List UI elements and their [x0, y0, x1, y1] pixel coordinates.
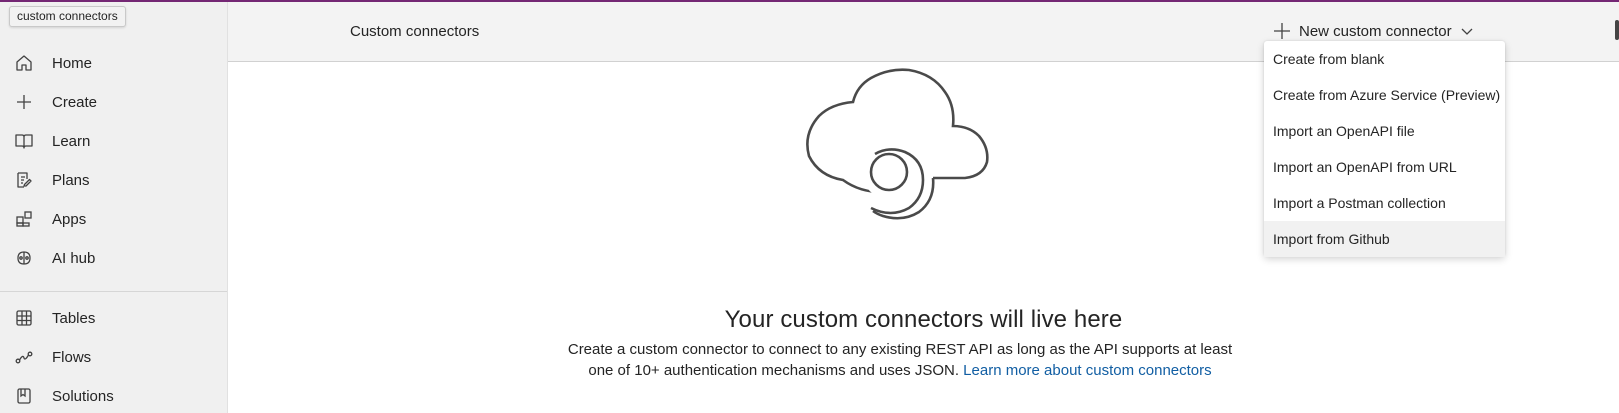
sidebar-item-ai-hub[interactable]: AI hub — [0, 239, 227, 277]
nav-divider — [0, 291, 227, 292]
tooltip: custom connectors — [9, 6, 126, 27]
flows-icon — [15, 351, 33, 364]
cloud-connector-icon — [806, 68, 989, 220]
left-navigation: Home Create Learn Plans Apps AI hub Tabl… — [0, 2, 228, 413]
new-button-label: New custom connector — [1299, 22, 1452, 40]
sidebar-item-label: AI hub — [52, 249, 96, 267]
solutions-icon — [17, 388, 31, 404]
sidebar-item-label: Apps — [52, 210, 87, 228]
sidebar-item-learn[interactable]: Learn — [0, 122, 227, 160]
plus-icon — [1274, 23, 1290, 39]
home-icon — [16, 55, 32, 71]
sidebar-item-label: Flows — [52, 348, 92, 366]
new-connector-menu: Create from blank Create from Azure Serv… — [1264, 41, 1505, 257]
menu-item-import-openapi-url[interactable]: Import an OpenAPI from URL — [1264, 149, 1505, 185]
sidebar-item-flows[interactable]: Flows — [0, 338, 227, 376]
ai-hub-icon — [17, 251, 31, 265]
sidebar-item-label: Plans — [52, 171, 90, 189]
menu-item-import-postman[interactable]: Import a Postman collection — [1264, 185, 1505, 221]
sidebar-item-create[interactable]: Create — [0, 83, 227, 121]
menu-item-create-from-blank[interactable]: Create from blank — [1264, 41, 1505, 77]
sidebar-item-plans[interactable]: Plans — [0, 161, 227, 199]
plans-icon — [17, 172, 32, 188]
sidebar-item-label: Create — [52, 93, 98, 111]
chevron-down-icon — [1461, 28, 1473, 35]
menu-item-create-from-azure-service[interactable]: Create from Azure Service (Preview) — [1264, 77, 1505, 113]
menu-item-import-openapi-file[interactable]: Import an OpenAPI file — [1264, 113, 1505, 149]
window-edge-handle — [1615, 20, 1619, 40]
sidebar-item-label: Home — [52, 54, 93, 72]
book-icon — [15, 134, 33, 149]
sidebar-item-solutions[interactable]: Solutions — [0, 377, 227, 413]
page-title: Custom connectors — [350, 23, 480, 40]
sidebar-item-home[interactable]: Home — [0, 44, 227, 82]
plus-icon — [17, 95, 31, 109]
sidebar-item-label: Tables — [52, 309, 96, 327]
menu-item-import-github[interactable]: Import from Github — [1264, 221, 1505, 257]
empty-state-description: Create a custom connector to connect to … — [555, 339, 1245, 381]
apps-icon — [16, 211, 32, 227]
sidebar-item-label: Solutions — [52, 387, 114, 405]
learn-more-link[interactable]: Learn more about custom connectors — [963, 362, 1211, 379]
sidebar-item-apps[interactable]: Apps — [0, 200, 227, 238]
empty-state-title: Your custom connectors will live here — [724, 306, 1123, 333]
sidebar-item-label: Learn — [52, 132, 91, 150]
sidebar-item-tables[interactable]: Tables — [0, 299, 227, 337]
table-icon — [16, 310, 32, 326]
